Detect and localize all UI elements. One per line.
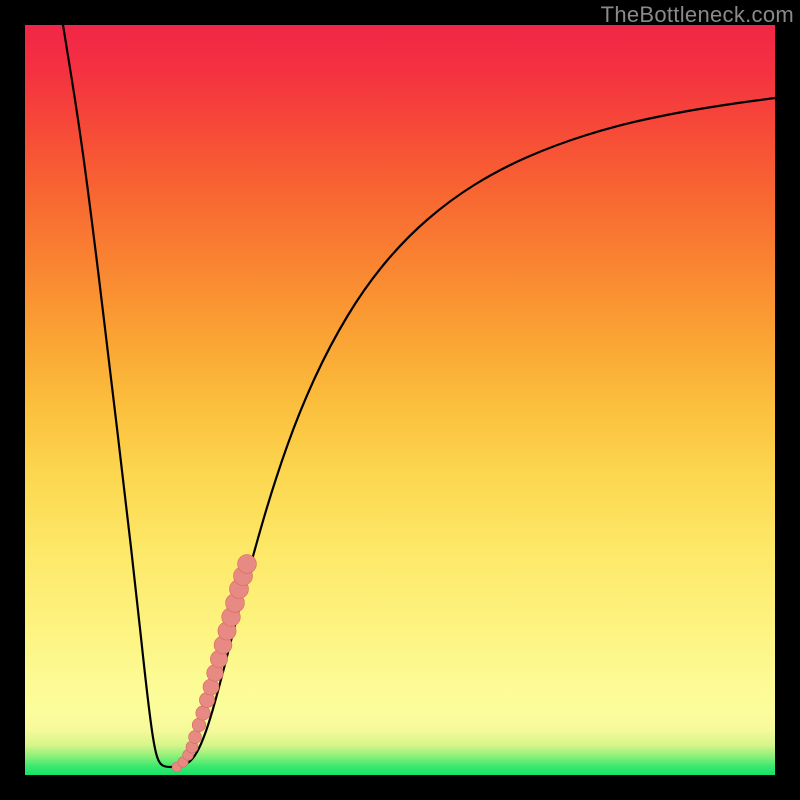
- watermark-text: TheBottleneck.com: [601, 2, 794, 28]
- plot-svg: [25, 25, 775, 775]
- data-point: [238, 555, 257, 574]
- highlighted-segment-dots: [172, 555, 256, 772]
- data-point: [189, 731, 202, 744]
- plot-area: [25, 25, 775, 775]
- data-point: [196, 706, 210, 720]
- bottleneck-curve: [63, 25, 775, 767]
- chart-frame: TheBottleneck.com: [0, 0, 800, 800]
